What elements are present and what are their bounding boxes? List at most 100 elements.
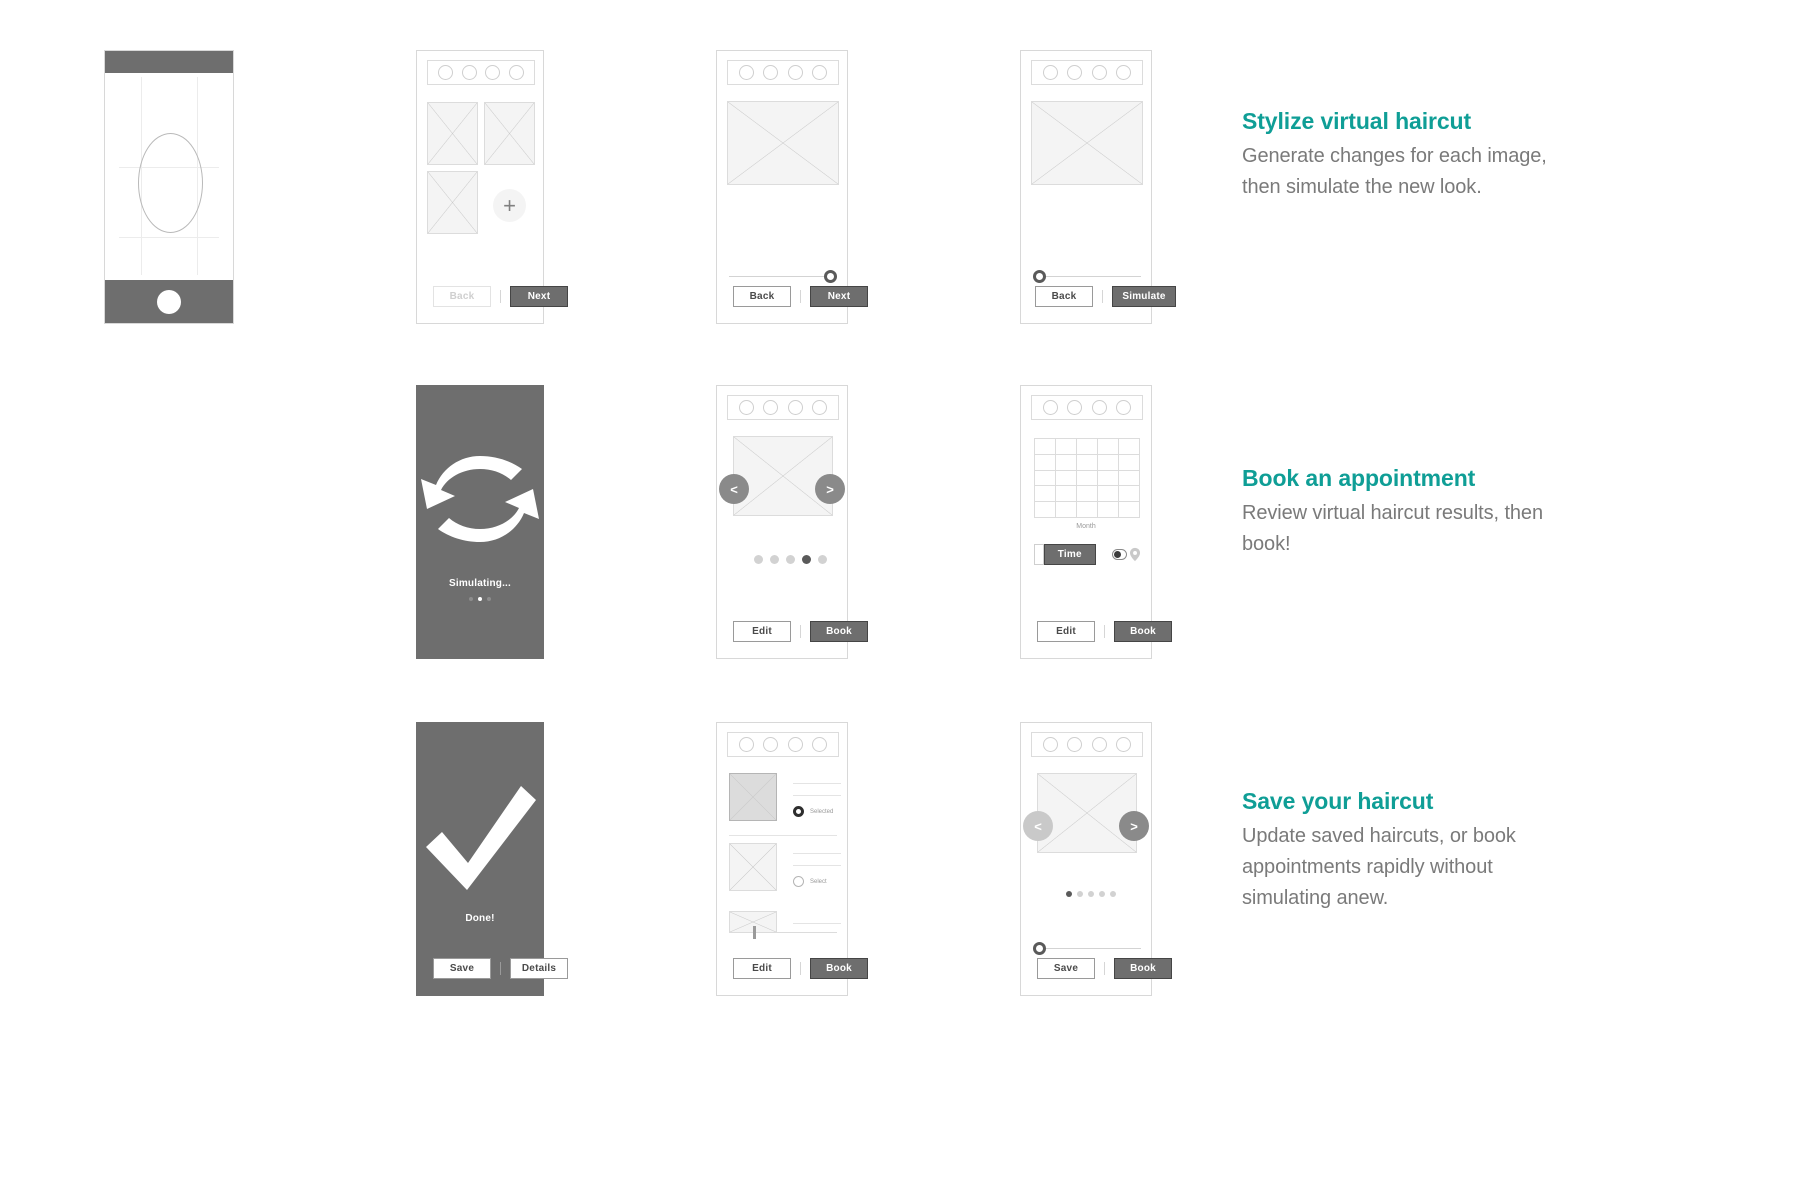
toolbar-icon-1[interactable]: [438, 65, 454, 80]
shutter-button[interactable]: [157, 289, 181, 314]
carousel-dot-5[interactable]: [1110, 891, 1116, 897]
calendar-cell[interactable]: [1098, 439, 1119, 455]
preview-image[interactable]: [727, 101, 839, 185]
calendar-cell[interactable]: [1056, 439, 1077, 455]
list-item[interactable]: Select: [717, 841, 847, 899]
toolbar-icon-3[interactable]: [1091, 400, 1107, 415]
next-button[interactable]: Next: [810, 286, 868, 307]
toolbar-icon-3[interactable]: [787, 737, 803, 752]
toolbar-icon-1[interactable]: [1042, 65, 1058, 80]
saved-image[interactable]: [1037, 773, 1137, 853]
intensity-slider[interactable]: [1033, 270, 1141, 284]
calendar-cell[interactable]: [1056, 502, 1077, 518]
calendar-cell[interactable]: [1077, 486, 1098, 503]
toolbar-icon-2[interactable]: [1067, 65, 1083, 80]
calendar-cell[interactable]: [1119, 470, 1140, 487]
edit-button[interactable]: Edit: [733, 621, 791, 642]
gallery-thumbnail-3[interactable]: [427, 171, 478, 234]
calendar-cell[interactable]: [1119, 502, 1140, 518]
toolbar-icon-4[interactable]: [508, 65, 524, 80]
calendar-cell[interactable]: [1035, 454, 1056, 471]
slider-knob[interactable]: [824, 270, 837, 283]
calendar-cell[interactable]: [1077, 454, 1098, 471]
book-button[interactable]: Book: [1114, 958, 1172, 979]
gallery-thumbnail-1[interactable]: [427, 102, 478, 165]
calendar-cell[interactable]: [1119, 454, 1140, 471]
carousel-dot-1[interactable]: [754, 555, 763, 564]
toolbar-icon-4[interactable]: [812, 65, 828, 80]
calendar-cell[interactable]: [1119, 486, 1140, 503]
list-radio-selected[interactable]: [793, 806, 804, 817]
back-button[interactable]: Back: [1035, 286, 1093, 307]
carousel-prev-button[interactable]: <: [1023, 811, 1053, 841]
calendar-cell[interactable]: [1098, 454, 1119, 471]
carousel-next-button[interactable]: >: [1119, 811, 1149, 841]
carousel-dot-4[interactable]: [1099, 891, 1105, 897]
slider-knob[interactable]: [1033, 270, 1046, 283]
details-button[interactable]: Details: [510, 958, 568, 979]
toolbar-icon-2[interactable]: [461, 65, 477, 80]
time-prefix-box[interactable]: [1034, 544, 1044, 565]
toolbar-icon-2[interactable]: [763, 737, 779, 752]
calendar-cell[interactable]: [1035, 502, 1056, 518]
calendar-cell[interactable]: [1035, 439, 1056, 455]
simulate-button[interactable]: Simulate: [1112, 286, 1176, 307]
calendar-cell[interactable]: [1035, 470, 1056, 487]
scrollbar-track[interactable]: [729, 932, 837, 933]
book-button[interactable]: Book: [810, 621, 868, 642]
book-button[interactable]: Book: [810, 958, 868, 979]
save-button[interactable]: Save: [433, 958, 491, 979]
calendar-cell[interactable]: [1077, 470, 1098, 487]
toolbar-icon-1[interactable]: [738, 65, 754, 80]
toolbar-icon-3[interactable]: [1091, 737, 1107, 752]
calendar-cell[interactable]: [1077, 502, 1098, 518]
reminder-toggle[interactable]: [1111, 549, 1127, 560]
list-item[interactable]: Selected: [717, 771, 847, 829]
next-button[interactable]: Next: [510, 286, 568, 307]
toolbar-icon-3[interactable]: [787, 65, 803, 80]
carousel-dot-4[interactable]: [802, 555, 811, 564]
save-button[interactable]: Save: [1037, 958, 1095, 979]
toolbar-icon-3[interactable]: [1091, 65, 1107, 80]
carousel-prev-button[interactable]: <: [719, 474, 749, 504]
carousel-dot-1[interactable]: [1066, 891, 1072, 897]
add-photo-button[interactable]: +: [493, 189, 526, 222]
calendar-cell[interactable]: [1056, 486, 1077, 503]
location-pin-icon[interactable]: [1129, 546, 1140, 563]
calendar-cell[interactable]: [1056, 454, 1077, 471]
scrollbar-thumb[interactable]: [753, 926, 756, 939]
toolbar-icon-4[interactable]: [812, 400, 828, 415]
list-thumbnail[interactable]: [729, 773, 777, 821]
back-button[interactable]: Back: [733, 286, 791, 307]
carousel-dot-3[interactable]: [1088, 891, 1094, 897]
carousel-next-button[interactable]: >: [815, 474, 845, 504]
list-radio-unselected[interactable]: [793, 876, 804, 887]
calendar-cell[interactable]: [1098, 486, 1119, 503]
toolbar-icon-1[interactable]: [738, 400, 754, 415]
result-image[interactable]: [733, 436, 833, 516]
toolbar-icon-3[interactable]: [787, 400, 803, 415]
carousel-dot-3[interactable]: [786, 555, 795, 564]
toolbar-icon-2[interactable]: [763, 400, 779, 415]
toolbar-icon-3[interactable]: [485, 65, 501, 80]
carousel-dot-2[interactable]: [770, 555, 779, 564]
calendar-cell[interactable]: [1077, 439, 1098, 455]
toolbar-icon-2[interactable]: [1067, 400, 1083, 415]
carousel-dot-2[interactable]: [1077, 891, 1083, 897]
calendar-cell[interactable]: [1119, 439, 1140, 455]
toolbar-icon-4[interactable]: [1116, 737, 1132, 752]
calendar-cell[interactable]: [1098, 470, 1119, 487]
calendar-cell[interactable]: [1098, 502, 1119, 518]
book-button[interactable]: Book: [1114, 621, 1172, 642]
list-thumbnail[interactable]: [729, 843, 777, 891]
gallery-thumbnail-2[interactable]: [484, 102, 535, 165]
edit-button[interactable]: Edit: [733, 958, 791, 979]
toolbar-icon-2[interactable]: [763, 65, 779, 80]
intensity-slider[interactable]: [1033, 942, 1141, 956]
time-button[interactable]: Time: [1043, 544, 1096, 565]
intensity-slider[interactable]: [729, 270, 837, 284]
toolbar-icon-4[interactable]: [1116, 65, 1132, 80]
toolbar-icon-1[interactable]: [1042, 400, 1058, 415]
toolbar-icon-1[interactable]: [1042, 737, 1058, 752]
toolbar-icon-4[interactable]: [1116, 400, 1132, 415]
